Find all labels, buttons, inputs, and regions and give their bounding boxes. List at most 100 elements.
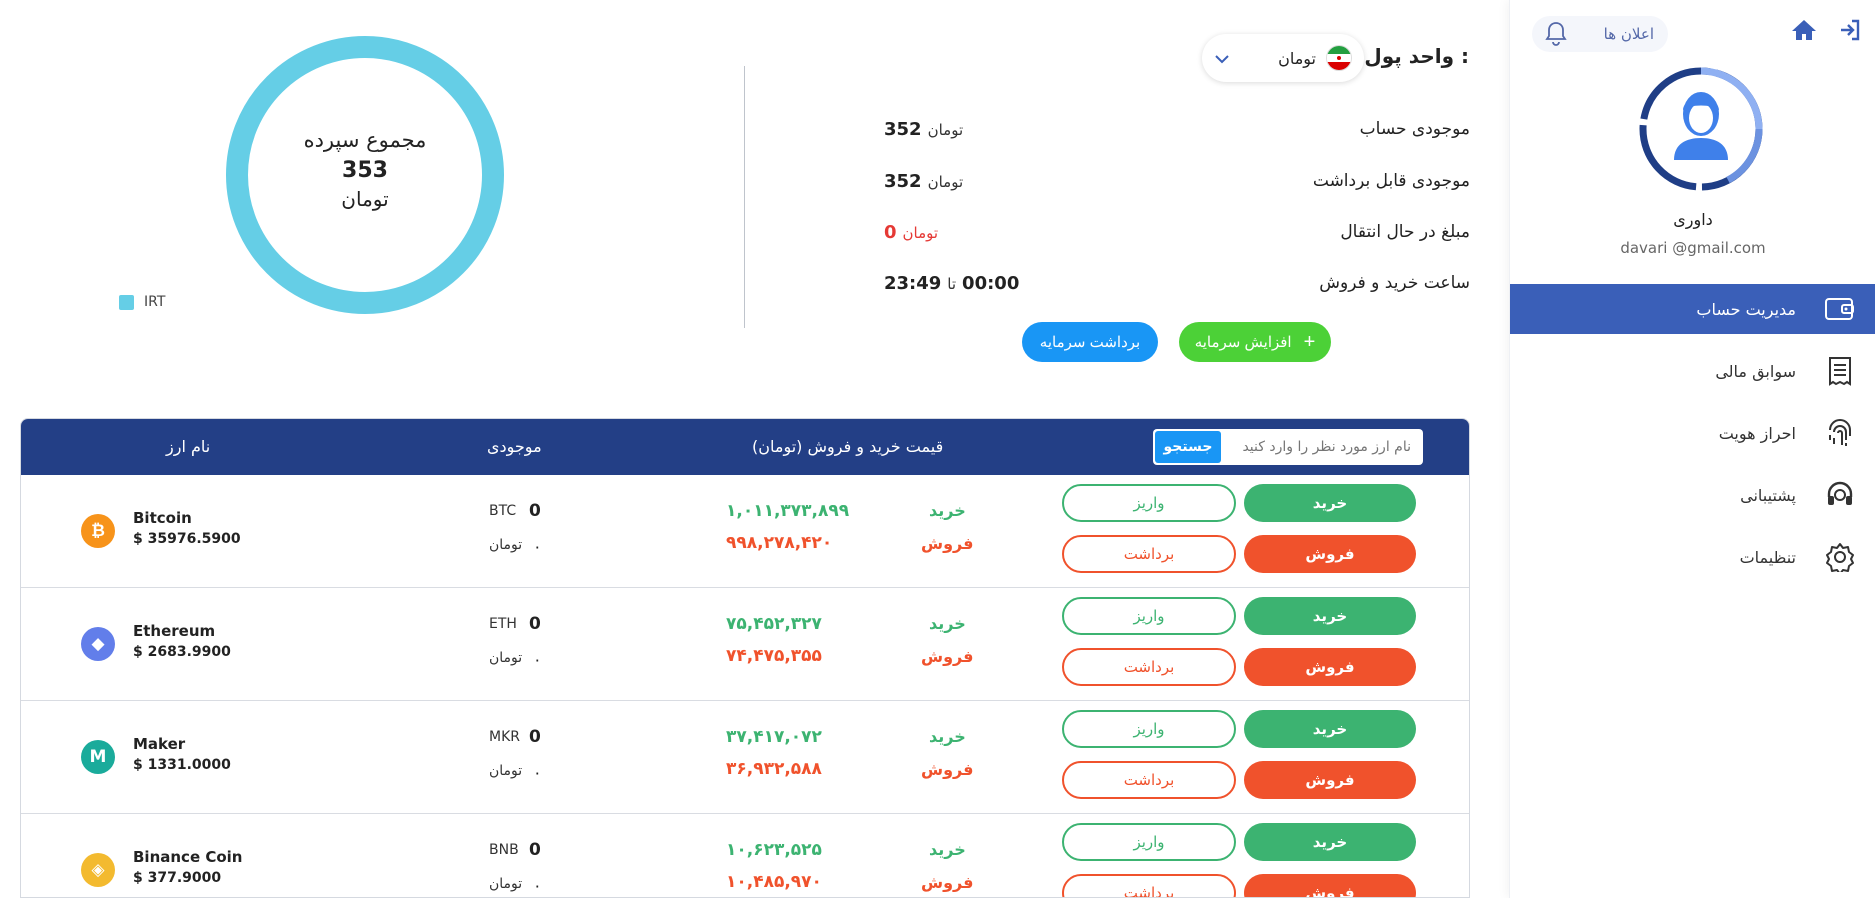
toman-unit: تومان (489, 763, 523, 779)
trading-hours-sep: تا (947, 274, 957, 293)
sidebar-item-account-management[interactable]: مدیریت حساب (1510, 284, 1875, 334)
toman-unit: تومان (489, 876, 523, 892)
coin-usd-price: $ 1331.0000 (133, 757, 231, 773)
toman-balance: ۰ (533, 876, 542, 895)
bell-icon (1545, 22, 1567, 46)
donut-title: مجموع سپرده (303, 128, 427, 152)
summary-row-trading-hours: 23:49 تا 00:00 ساعت خرید و فروش (884, 268, 1470, 298)
table-row: ◈ Binance Coin $ 377.9000 BNB 0 تومان ۰ ۱۰,۶۲۳,… (21, 814, 1469, 897)
account-balance-label: موجودی حساب (1359, 119, 1470, 139)
sidebar-item-label: احراز هویت (1718, 423, 1796, 443)
bitcoin-icon: ₿ (81, 514, 115, 548)
sell-price: ۷۴,۴۷۵,۳۵۵ (726, 646, 822, 666)
logout-button[interactable] (1832, 12, 1868, 48)
coin-name: Bitcoin (133, 509, 192, 527)
sidebar-item-label: سوابق مالی (1715, 361, 1796, 381)
toman-balance: ۰ (533, 650, 542, 669)
sell-label: فروش (921, 534, 974, 553)
buy-button[interactable]: خرید (1244, 710, 1416, 748)
header-price: قیمت خرید و فروش (تومان) (752, 437, 944, 456)
withdrawable-balance-value: 352 (884, 170, 922, 192)
notifications-button[interactable]: اعلان ها (1532, 16, 1668, 52)
sell-button[interactable]: فروش (1244, 648, 1416, 686)
receipt-icon (1824, 355, 1856, 387)
legend-label: IRT (144, 294, 166, 310)
sidebar: اعلان ها داوری davari @gmail.com مدیریت … (1509, 0, 1875, 898)
withdraw-capital-button[interactable]: برداشت سرمایه (1022, 322, 1158, 362)
buy-button[interactable]: خرید (1244, 823, 1416, 861)
summary-row-in-transfer: 0 تومان مبلغ در حال انتقال (884, 217, 1470, 247)
coin-symbol: ETH (489, 616, 517, 632)
buy-label: خرید (929, 840, 966, 859)
sidebar-item-support[interactable]: پشتیبانی (1510, 470, 1875, 520)
increase-capital-button[interactable]: افزایش سرمایه + (1179, 322, 1331, 362)
sidebar-item-settings[interactable]: تنظیمات (1510, 532, 1875, 582)
plus-icon: + (1303, 330, 1316, 353)
sidebar-item-identity-verification[interactable]: احراز هویت (1510, 408, 1875, 458)
sell-price: ۹۹۸,۲۷۸,۴۲۰ (726, 533, 833, 553)
deposit-button[interactable]: واریز (1062, 597, 1236, 635)
sidebar-item-label: تنظیمات (1739, 547, 1796, 567)
coin-name: Binance Coin (133, 848, 243, 866)
deposit-button[interactable]: واریز (1062, 710, 1236, 748)
chevron-down-icon (1214, 49, 1230, 68)
coin-usd-price: $ 2683.9900 (133, 644, 231, 660)
legend-swatch (119, 294, 134, 310)
toman-balance: ۰ (533, 537, 542, 556)
coin-balance: 0 (529, 501, 541, 521)
vertical-divider (744, 66, 745, 328)
donut-value: 353 (342, 158, 388, 183)
sell-button[interactable]: فروش (1244, 761, 1416, 799)
header-balance: موجودی (487, 437, 542, 456)
sell-label: فروش (921, 647, 974, 666)
sell-button[interactable]: فروش (1244, 874, 1416, 897)
table-body: ₿ Bitcoin $ 35976.5900 BTC 0 تومان ۰ ۱,۰۱۱,۳۷۳,… (21, 475, 1469, 897)
sidebar-item-financial-history[interactable]: سوابق مالی (1510, 346, 1875, 396)
trading-hours-from: 00:00 (962, 272, 1020, 294)
sell-button[interactable]: فروش (1244, 535, 1416, 573)
summary-row-account-balance: 352 تومان موجودی حساب (884, 114, 1470, 144)
increase-capital-label: افزایش سرمایه (1194, 334, 1292, 351)
donut-legend: IRT (119, 294, 165, 310)
coin-usd-price: $ 377.9000 (133, 870, 222, 886)
buy-price: ۱۰,۶۲۳,۵۲۵ (726, 840, 822, 860)
toman-unit: تومان (489, 650, 523, 666)
deposit-button[interactable]: واریز (1062, 823, 1236, 861)
buy-label: خرید (929, 727, 966, 746)
withdraw-button[interactable]: برداشت (1062, 535, 1236, 573)
currency-select[interactable]: تومان (1202, 34, 1364, 82)
buy-button[interactable]: خرید (1244, 597, 1416, 635)
currency-table: نام ارز موجودی قیمت خرید و فروش (تومان) … (20, 418, 1470, 898)
header-currency-name: نام ارز (166, 437, 211, 456)
sidebar-top-bar: اعلان ها (1510, 12, 1875, 52)
donut-unit: تومان (341, 187, 389, 211)
account-balance-value: 352 (884, 118, 922, 140)
currency-value: تومان (1278, 45, 1352, 71)
search-box: جستجو (1153, 429, 1423, 465)
sidebar-item-label: مدیریت حساب (1696, 299, 1796, 319)
in-transfer-unit: تومان (902, 223, 939, 242)
withdraw-button[interactable]: برداشت (1062, 761, 1236, 799)
buy-label: خرید (929, 614, 966, 633)
fingerprint-icon (1824, 417, 1856, 449)
gear-icon (1824, 541, 1856, 573)
sell-price: ۱۰,۴۸۵,۹۷۰ (726, 872, 822, 892)
currency-label: واحد پول : (1364, 44, 1469, 68)
withdraw-button[interactable]: برداشت (1062, 648, 1236, 686)
coin-name: Maker (133, 735, 186, 753)
notifications-label: اعلان ها (1603, 25, 1654, 43)
deposit-button[interactable]: واریز (1062, 484, 1236, 522)
buy-button[interactable]: خرید (1244, 484, 1416, 522)
withdraw-button[interactable]: برداشت (1062, 874, 1236, 897)
iran-flag-icon (1326, 45, 1352, 71)
binance-coin-icon: ◈ (81, 853, 115, 887)
home-button[interactable] (1786, 12, 1822, 48)
wallet-icon (1824, 293, 1856, 325)
account-balance-unit: تومان (927, 120, 964, 139)
buy-label: خرید (929, 501, 966, 520)
search-button[interactable]: جستجو (1155, 431, 1221, 463)
trading-hours-to: 23:49 (884, 272, 942, 294)
summary-row-withdrawable-balance: 352 تومان موجودی قابل برداشت (884, 166, 1470, 196)
search-input[interactable] (1223, 429, 1421, 465)
buy-price: ۱,۰۱۱,۳۷۳,۸۹۹ (726, 501, 850, 521)
